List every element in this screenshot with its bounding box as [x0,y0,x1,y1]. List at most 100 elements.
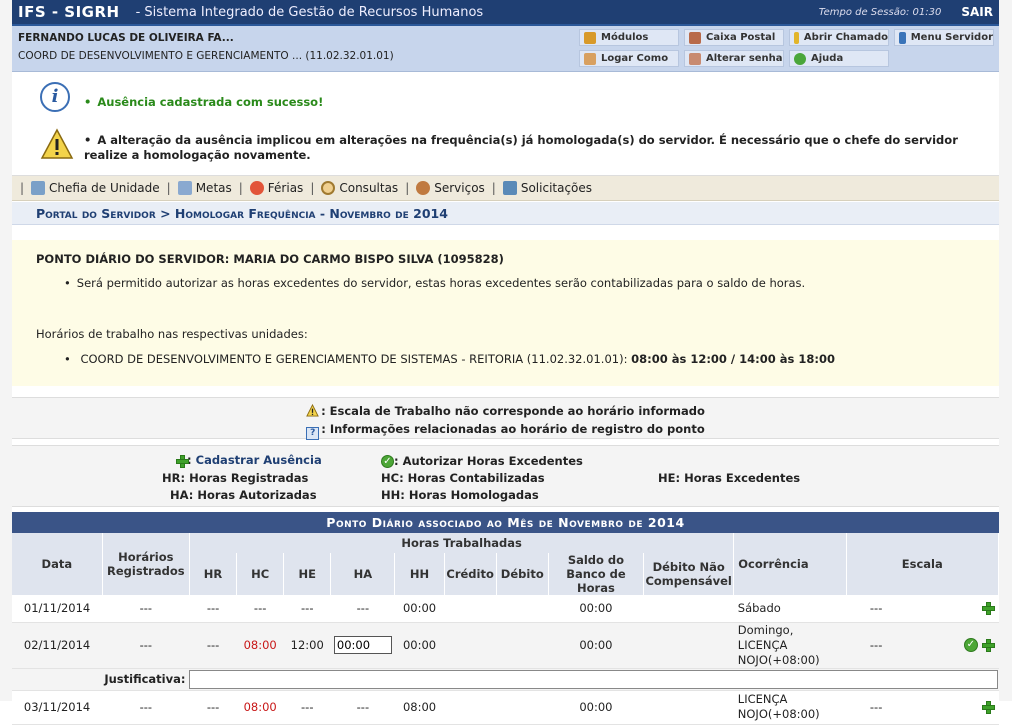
message-panel: i Ausência cadastrada com sucesso! A alt… [12,74,999,176]
user-name: FERNANDO LUCAS DE OLIVEIRA FA... [18,32,234,44]
warning-icon [306,404,319,417]
col-ha: HA [330,553,396,595]
modules-label: Módulos [601,32,649,43]
unit-hours: 08:00 às 12:00 / 14:00 às 18:00 [631,352,835,366]
bell-icon [794,31,799,44]
cell-hh: 08:00 [394,690,445,725]
nav-separator: | [166,181,171,195]
legend-icons: : Escala de Trabalho não corresponde ao … [12,397,999,440]
table-title: Ponto Diário associado ao Mês de Novembr… [12,512,999,533]
cell-hh: 00:00 [394,622,445,669]
app-brand: IFS - SIGRH [18,3,120,21]
session-time: 01:30 [912,6,942,18]
change-password-button[interactable]: Alterar senha [684,50,784,67]
justificativa-row: Justificativa: [12,668,999,691]
add-absence-icon[interactable] [981,638,995,652]
col-horarios: Horários Registrados [102,533,190,595]
nav-item-consultas[interactable]: Consultas [321,181,398,195]
cell-saldo: 00:00 [548,595,644,623]
cell-debito [496,622,549,669]
open-ticket-label: Abrir Chamado [803,32,888,43]
justificativa-label: Justificativa: [12,668,190,691]
cell-escala: --- [846,622,907,669]
legend-escala: : Escala de Trabalho não corresponde ao … [12,404,999,418]
cell-data: 01/11/2014 [12,595,103,623]
user-bar: FERNANDO LUCAS DE OLIVEIRA FA... COORD D… [12,26,999,72]
nav-item-servicos[interactable]: Serviços [416,181,485,195]
cell-ocorrencia: LICENÇA NOJO(+08:00) [733,690,847,725]
cell-actions: ✓ [906,622,999,669]
cell-hh: 00:00 [394,595,445,623]
inbox-button[interactable]: Caixa Postal [684,29,784,46]
logout-link[interactable]: SAIR [961,5,993,19]
warning-icon [40,128,74,159]
cell-credito [444,690,497,725]
cell-hc: 08:00 [236,690,284,725]
warning-message: A alteração da ausência implicou em alte… [84,133,964,163]
horarios-unit: COORD DE DESENVOLVIMENTO E GERENCIAMENTO… [76,352,835,366]
login-as-label: Logar Como [601,53,669,64]
authorize-hours-icon[interactable]: ✓ [963,638,978,653]
col-credito: Crédito [444,553,497,595]
cell-actions [906,690,999,725]
cadastrar-ausencia-link[interactable]: Cadastrar Ausência [196,453,322,467]
legend-hc: HC: Horas Contabilizadas [381,471,545,485]
cell-hc: --- [236,595,284,623]
login-as-button[interactable]: Logar Como [579,50,679,67]
modules-button[interactable]: Módulos [579,29,679,46]
server-menu-button[interactable]: Menu Servidor [894,29,994,46]
inbox-label: Caixa Postal [706,32,776,43]
legend-he: HE: Horas Excedentes [658,471,801,485]
nav-item-chefia[interactable]: Chefia de Unidade [31,181,160,195]
col-hh: HH [394,553,445,595]
add-absence-icon[interactable] [981,701,995,714]
cell-debito-nc [643,622,734,669]
nav-separator: | [238,181,243,195]
justificativa-cell [189,668,999,691]
ponto-title: PONTO DIÁRIO DO SERVIDOR: MARIA DO CARMO… [36,252,504,266]
col-hr: HR [189,553,238,595]
legend-hh: HH: Horas Homologadas [381,488,539,502]
user-icon [416,181,431,195]
col-he: HE [283,553,332,595]
col-debito-nc: Débito Não Compensável [643,553,735,595]
cell-saldo: 00:00 [548,622,644,669]
justificativa-input[interactable] [189,669,999,689]
cell-data: 02/11/2014 [12,622,103,669]
nav-label: Férias [267,181,304,195]
table-row: 01/11/2014 --- --- --- --- --- 00:00 00:… [12,595,999,623]
cell-ha: --- [330,595,395,623]
user-unit: COORD DE DESENVOLVIMENTO E GERENCIAMENTO… [18,50,394,62]
nav-label: Chefia de Unidade [49,181,160,195]
magnifier-icon [321,181,336,195]
table-row: 03/11/2014 --- --- 08:00 --- --- 08:00 0… [12,690,999,725]
ha-input[interactable] [333,636,392,654]
cell-horarios: --- [102,622,190,669]
plus-icon [176,455,189,468]
cell-ocorrencia: Domingo, LICENÇA NOJO(+08:00) [733,622,847,669]
sitemap-icon [899,31,906,44]
mailbox-icon [689,31,701,44]
app-subtitle: - Sistema Integrado de Gestão de Recurso… [135,4,484,20]
cell-escala: --- [846,595,907,623]
nav-separator: | [491,181,496,195]
nav-item-metas[interactable]: Metas [177,181,232,195]
nav-item-solicitacoes[interactable]: Solicitações [502,181,593,195]
help-button[interactable]: Ajuda [789,50,889,67]
cell-hr: --- [189,622,237,669]
open-ticket-button[interactable]: Abrir Chamado [789,29,889,46]
cell-hr: --- [189,690,237,725]
help-box-icon: ? [306,427,320,440]
nav-label: Solicitações [520,181,593,195]
change-password-label: Alterar senha [706,53,783,64]
cell-credito [444,595,497,623]
cell-horarios: --- [102,690,190,725]
org-chart-icon [31,181,46,195]
cell-he: --- [283,595,331,623]
col-data: Data [12,533,103,595]
cell-debito [496,595,549,623]
add-absence-icon[interactable] [981,602,995,616]
nav-item-ferias[interactable]: Férias [249,181,304,195]
nav-label: Serviços [434,181,485,195]
cell-he: --- [283,690,331,725]
